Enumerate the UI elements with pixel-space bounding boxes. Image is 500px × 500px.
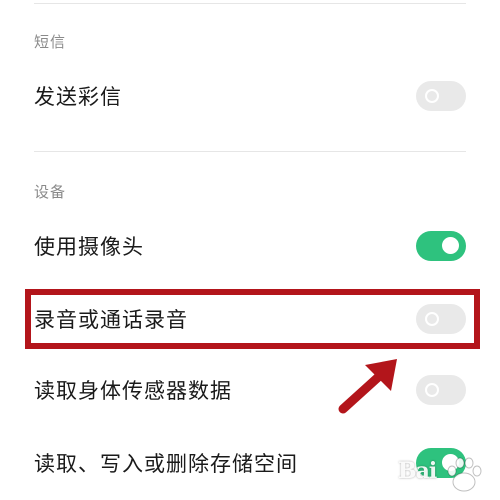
setting-label-record-audio: 录音或通话录音 bbox=[34, 308, 188, 332]
settings-page: 短信 发送彩信 设备 使用摄像头 录音或通话录音 读取身体传感器数据 读取、写入… bbox=[0, 0, 500, 500]
toggle-knob bbox=[425, 89, 439, 103]
toggle-camera[interactable] bbox=[416, 231, 466, 261]
divider bbox=[34, 3, 466, 4]
section-title-device: 设备 bbox=[34, 183, 67, 201]
section-title-sms: 短信 bbox=[34, 33, 67, 51]
setting-label-storage: 读取、写入或删除存储空间 bbox=[34, 452, 298, 476]
setting-label-send-mms: 发送彩信 bbox=[34, 85, 122, 109]
toggle-knob bbox=[425, 312, 439, 326]
toggle-knob bbox=[442, 237, 459, 254]
setting-row-camera[interactable]: 使用摄像头 bbox=[34, 226, 466, 266]
toggle-storage[interactable] bbox=[416, 448, 466, 478]
divider bbox=[34, 151, 466, 152]
setting-row-record-audio[interactable]: 录音或通话录音 bbox=[34, 299, 466, 339]
toggle-body-sensors[interactable] bbox=[416, 375, 466, 405]
setting-row-storage[interactable]: 读取、写入或删除存储空间 bbox=[34, 443, 466, 483]
setting-row-body-sensors[interactable]: 读取身体传感器数据 bbox=[34, 370, 466, 410]
toggle-knob bbox=[442, 454, 459, 471]
toggle-knob bbox=[425, 383, 439, 397]
setting-row-send-mms[interactable]: 发送彩信 bbox=[34, 76, 466, 116]
setting-label-camera: 使用摄像头 bbox=[34, 235, 144, 259]
toggle-record-audio[interactable] bbox=[416, 304, 466, 334]
toggle-send-mms[interactable] bbox=[416, 81, 466, 111]
setting-label-body-sensors: 读取身体传感器数据 bbox=[34, 379, 232, 403]
